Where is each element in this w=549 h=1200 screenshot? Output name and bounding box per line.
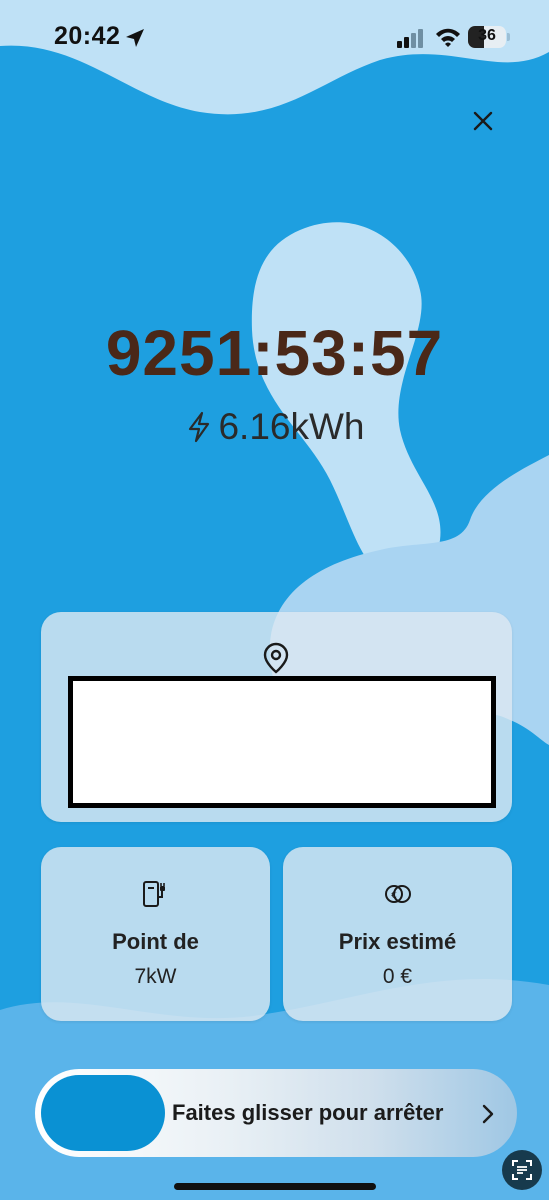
slider-knob[interactable] bbox=[41, 1075, 165, 1151]
estimated-price-card: € Prix estimé 0 € bbox=[283, 847, 512, 1021]
location-card bbox=[41, 612, 512, 822]
svg-text:€: € bbox=[391, 891, 397, 901]
lightning-icon bbox=[189, 412, 210, 443]
cellular-signal-icon bbox=[397, 29, 423, 48]
charging-station-icon bbox=[143, 881, 165, 907]
home-indicator[interactable] bbox=[174, 1183, 376, 1190]
slide-to-stop-slider[interactable]: Faites glisser pour arrêter bbox=[35, 1069, 517, 1157]
charge-point-power: 7kW bbox=[134, 965, 177, 988]
charge-point-title: Point de bbox=[112, 929, 199, 954]
energy-value: 6.16kWh bbox=[218, 406, 365, 448]
battery-indicator: 36 bbox=[468, 26, 506, 48]
chevron-right-icon bbox=[482, 1104, 494, 1124]
map-pin-icon bbox=[263, 642, 289, 674]
status-bar: 20:42 36 bbox=[0, 0, 549, 80]
estimated-price-value: 0 € bbox=[382, 965, 413, 988]
charge-point-card: Point de 7kW bbox=[41, 847, 270, 1021]
wifi-icon bbox=[436, 28, 460, 47]
coins-icon: € bbox=[385, 885, 411, 903]
close-icon[interactable] bbox=[466, 104, 500, 138]
battery-tip bbox=[507, 33, 510, 41]
redacted-location-address bbox=[68, 676, 496, 808]
text-scan-icon bbox=[512, 1160, 532, 1180]
status-time: 20:42 bbox=[54, 22, 121, 50]
estimated-price-title: Prix estimé bbox=[338, 929, 457, 954]
battery-level: 36 bbox=[478, 27, 496, 44]
energy-delivered: 6.16kWh bbox=[0, 404, 549, 448]
text-scan-button[interactable] bbox=[502, 1150, 542, 1190]
slide-to-stop-label: Faites glisser pour arrêter bbox=[172, 1100, 444, 1125]
elapsed-time: 9251:53:57 bbox=[105, 317, 444, 389]
location-arrow-icon bbox=[126, 29, 144, 47]
